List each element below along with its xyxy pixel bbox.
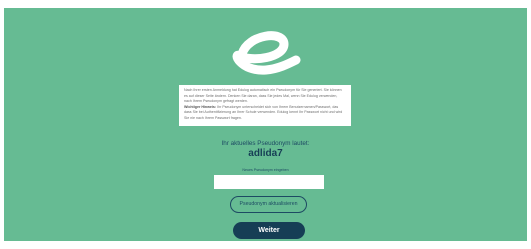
next-button[interactable]: Weiter — [233, 222, 305, 239]
brand-swoosh-logo-icon — [232, 31, 301, 75]
info-notice: Nach Ihrer ersten Anmeldung hat Edulog a… — [179, 85, 351, 126]
current-pseudonym-label: Ihr aktuelles Pseudonym lautet: — [221, 140, 310, 147]
current-pseudonym-value: adlida7 — [248, 148, 283, 159]
new-pseudonym-input[interactable] — [214, 175, 324, 189]
notice-body: Nach Ihrer ersten Anmeldung hat Edulog a… — [184, 88, 342, 104]
update-pseudonym-button[interactable]: Pseudonym aktualisieren — [230, 196, 307, 213]
notice-warning-title: Wichtiger Hinweis: — [184, 104, 217, 109]
new-pseudonym-label: Neues Pseudonym eingeben — [242, 168, 289, 172]
page-frame: Nach Ihrer ersten Anmeldung hat Edulog a… — [0, 0, 531, 249]
